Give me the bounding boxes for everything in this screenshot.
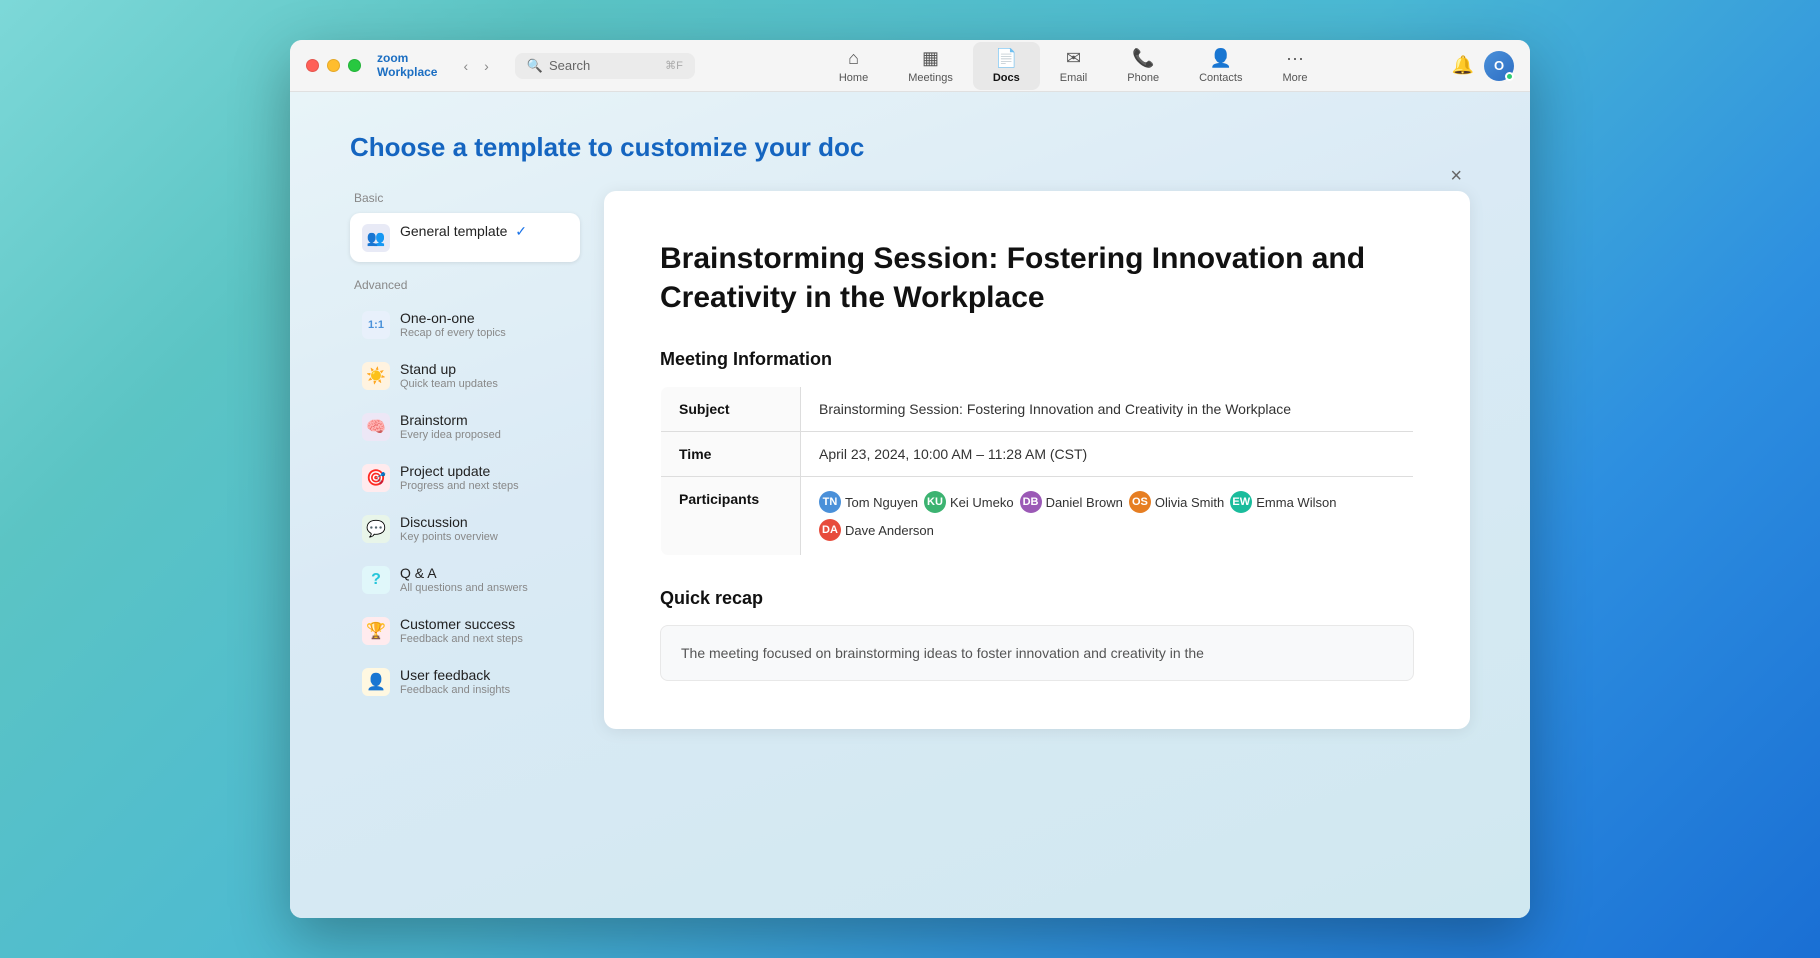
sidebar-item-one-on-one[interactable]: 1:1 One-on-one Recap of every topics bbox=[350, 300, 580, 349]
sidebar-item-user-feedback[interactable]: 👤 User feedback Feedback and insights bbox=[350, 657, 580, 706]
table-row-participants: Participants TN Tom Nguyen KU K bbox=[661, 477, 1414, 556]
tab-docs-label: Docs bbox=[993, 72, 1020, 84]
minimize-window-button[interactable] bbox=[327, 59, 340, 72]
window-controls bbox=[306, 59, 361, 72]
titlebar: zoomWorkplace ‹ › 🔍 Search ⌘F ⌂ Home ▦ M… bbox=[290, 40, 1530, 92]
participant-avatar-daniel: DB bbox=[1020, 491, 1042, 513]
time-value: April 23, 2024, 10:00 AM – 11:28 AM (CST… bbox=[801, 432, 1414, 477]
participant-emma: EW Emma Wilson bbox=[1230, 491, 1336, 513]
email-icon: ✉ bbox=[1066, 48, 1081, 69]
tab-email-label: Email bbox=[1060, 72, 1088, 84]
online-status-dot bbox=[1505, 72, 1514, 81]
general-template-icon: 👥 bbox=[362, 224, 390, 252]
tab-phone-label: Phone bbox=[1127, 72, 1159, 84]
sidebar-item-general[interactable]: 👥 General template ✓ bbox=[350, 213, 580, 262]
nav-tabs: ⌂ Home ▦ Meetings 📄 Docs ✉ Email 📞 Phone… bbox=[707, 42, 1440, 90]
avatar[interactable]: O bbox=[1484, 51, 1514, 81]
quick-recap-label: Quick recap bbox=[660, 588, 1414, 609]
nav-right: 🔔 O bbox=[1452, 51, 1514, 81]
tab-phone[interactable]: 📞 Phone bbox=[1107, 42, 1179, 90]
sidebar-item-discussion[interactable]: 💬 Discussion Key points overview bbox=[350, 504, 580, 553]
qa-icon: ? bbox=[362, 566, 390, 594]
contacts-icon: 👤 bbox=[1210, 48, 1232, 69]
app-logo-text: zoomWorkplace bbox=[377, 52, 437, 78]
preview-panel: Brainstorming Session: Fostering Innovat… bbox=[604, 191, 1470, 729]
template-sidebar: Basic 👥 General template ✓ Advanced bbox=[350, 191, 580, 729]
tab-home[interactable]: ⌂ Home bbox=[819, 42, 888, 90]
participant-avatar-dave: DA bbox=[819, 519, 841, 541]
tab-docs[interactable]: 📄 Docs bbox=[973, 42, 1040, 90]
tab-more-label: More bbox=[1282, 72, 1307, 84]
customer-success-icon: 🏆 bbox=[362, 617, 390, 645]
nav-arrows: ‹ › bbox=[457, 54, 494, 78]
home-icon: ⌂ bbox=[848, 48, 859, 69]
tab-contacts[interactable]: 👤 Contacts bbox=[1179, 42, 1262, 90]
maximize-window-button[interactable] bbox=[348, 59, 361, 72]
sidebar-item-brainstorm[interactable]: 🧠 Brainstorm Every idea proposed bbox=[350, 402, 580, 451]
sidebar-item-project-update[interactable]: 🎯 Project update Progress and next steps bbox=[350, 453, 580, 502]
close-dialog-button[interactable]: × bbox=[1442, 161, 1470, 192]
app-logo: zoomWorkplace bbox=[377, 52, 437, 78]
template-layout: × Basic 👥 General template ✓ Advanced bbox=[350, 191, 1470, 729]
time-label: Time bbox=[661, 432, 801, 477]
search-icon: 🔍 bbox=[527, 58, 543, 74]
basic-section-label: Basic bbox=[350, 191, 580, 205]
table-row-time: Time April 23, 2024, 10:00 AM – 11:28 AM… bbox=[661, 432, 1414, 477]
notification-bell-icon[interactable]: 🔔 bbox=[1452, 55, 1474, 76]
table-row-subject: Subject Brainstorming Session: Fostering… bbox=[661, 387, 1414, 432]
tab-meetings[interactable]: ▦ Meetings bbox=[888, 42, 973, 90]
participant-olivia: OS Olivia Smith bbox=[1129, 491, 1224, 513]
one-on-one-icon: 1:1 bbox=[362, 311, 390, 339]
search-bar[interactable]: 🔍 Search ⌘F bbox=[515, 53, 695, 79]
sidebar-item-stand-up[interactable]: ☀️ Stand up Quick team updates bbox=[350, 351, 580, 400]
participants-label: Participants bbox=[661, 477, 801, 556]
subject-value: Brainstorming Session: Fostering Innovat… bbox=[801, 387, 1414, 432]
sidebar-item-qa[interactable]: ? Q & A All questions and answers bbox=[350, 555, 580, 604]
participant-avatar-kei: KU bbox=[924, 491, 946, 513]
selected-checkmark: ✓ bbox=[515, 223, 527, 239]
sidebar-item-customer-success[interactable]: 🏆 Customer success Feedback and next ste… bbox=[350, 606, 580, 655]
quick-recap-section: Quick recap The meeting focused on brain… bbox=[660, 588, 1414, 681]
tab-email[interactable]: ✉ Email bbox=[1040, 42, 1108, 90]
participant-avatar-emma: EW bbox=[1230, 491, 1252, 513]
subject-label: Subject bbox=[661, 387, 801, 432]
search-label: Search bbox=[549, 58, 590, 73]
close-window-button[interactable] bbox=[306, 59, 319, 72]
participant-avatar-tom: TN bbox=[819, 491, 841, 513]
discussion-icon: 💬 bbox=[362, 515, 390, 543]
search-shortcut: ⌘F bbox=[665, 59, 683, 72]
more-icon: ··· bbox=[1286, 48, 1304, 69]
stand-up-icon: ☀️ bbox=[362, 362, 390, 390]
meeting-info-label: Meeting Information bbox=[660, 349, 1414, 370]
doc-title: Brainstorming Session: Fostering Innovat… bbox=[660, 239, 1414, 317]
main-content: Choose a template to customize your doc … bbox=[290, 92, 1530, 918]
user-feedback-icon: 👤 bbox=[362, 668, 390, 696]
participant-tom: TN Tom Nguyen bbox=[819, 491, 918, 513]
dialog-title: Choose a template to customize your doc bbox=[350, 132, 1470, 163]
meetings-icon: ▦ bbox=[922, 48, 939, 69]
participant-dave: DA Dave Anderson bbox=[819, 519, 934, 541]
back-button[interactable]: ‹ bbox=[457, 54, 474, 78]
tab-meetings-label: Meetings bbox=[908, 72, 953, 84]
docs-icon: 📄 bbox=[995, 48, 1017, 69]
phone-icon: 📞 bbox=[1132, 48, 1154, 69]
participants-list: TN Tom Nguyen KU Kei Umeko DB bbox=[819, 491, 1395, 541]
project-update-icon: 🎯 bbox=[362, 464, 390, 492]
brainstorm-icon: 🧠 bbox=[362, 413, 390, 441]
tab-more[interactable]: ··· More bbox=[1262, 42, 1327, 90]
tab-home-label: Home bbox=[839, 72, 868, 84]
participant-daniel: DB Daniel Brown bbox=[1020, 491, 1123, 513]
tab-contacts-label: Contacts bbox=[1199, 72, 1242, 84]
quick-recap-text: The meeting focused on brainstorming ide… bbox=[660, 625, 1414, 681]
general-template-text: General template ✓ bbox=[400, 223, 568, 240]
participants-value: TN Tom Nguyen KU Kei Umeko DB bbox=[801, 477, 1414, 556]
participant-avatar-olivia: OS bbox=[1129, 491, 1151, 513]
meeting-info-table: Subject Brainstorming Session: Fostering… bbox=[660, 386, 1414, 556]
forward-button[interactable]: › bbox=[478, 54, 495, 78]
advanced-section-label: Advanced bbox=[350, 278, 580, 292]
app-window: zoomWorkplace ‹ › 🔍 Search ⌘F ⌂ Home ▦ M… bbox=[290, 40, 1530, 918]
participant-kei: KU Kei Umeko bbox=[924, 491, 1014, 513]
